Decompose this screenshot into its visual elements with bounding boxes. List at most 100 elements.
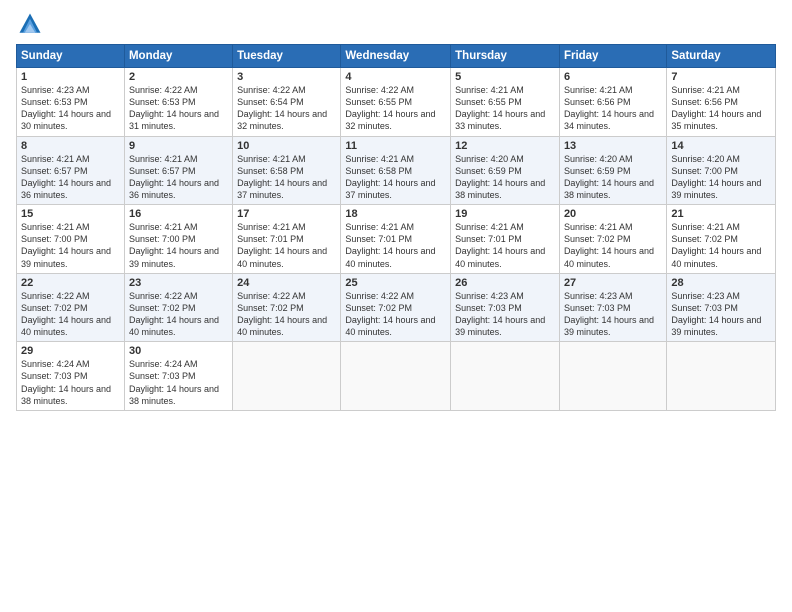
- day-info: Sunrise: 4:21 AMSunset: 7:00 PMDaylight:…: [129, 222, 219, 268]
- day-info: Sunrise: 4:20 AMSunset: 6:59 PMDaylight:…: [564, 154, 654, 200]
- day-number: 3: [237, 71, 336, 83]
- calendar-cell: 9 Sunrise: 4:21 AMSunset: 6:57 PMDaylight…: [124, 136, 232, 205]
- day-number: 30: [129, 345, 228, 357]
- day-number: 20: [564, 208, 662, 220]
- calendar-cell: 3 Sunrise: 4:22 AMSunset: 6:54 PMDaylight…: [233, 68, 341, 137]
- day-info: Sunrise: 4:23 AMSunset: 7:03 PMDaylight:…: [455, 291, 545, 337]
- calendar-cell: 12 Sunrise: 4:20 AMSunset: 6:59 PMDayligh…: [451, 136, 560, 205]
- calendar-cell: 6 Sunrise: 4:21 AMSunset: 6:56 PMDaylight…: [559, 68, 666, 137]
- calendar-cell: 21 Sunrise: 4:21 AMSunset: 7:02 PMDayligh…: [667, 205, 776, 274]
- calendar-cell: 14 Sunrise: 4:20 AMSunset: 7:00 PMDayligh…: [667, 136, 776, 205]
- day-info: Sunrise: 4:23 AMSunset: 6:53 PMDaylight:…: [21, 85, 111, 131]
- calendar-week-row: 29Sunrise: 4:24 AMSunset: 7:03 PMDayligh…: [17, 342, 776, 411]
- calendar-cell: 27 Sunrise: 4:23 AMSunset: 7:03 PMDayligh…: [559, 273, 666, 342]
- calendar-cell: 23Sunrise: 4:22 AMSunset: 7:02 PMDayligh…: [124, 273, 232, 342]
- day-number: 19: [455, 208, 555, 220]
- day-number: 12: [455, 140, 555, 152]
- calendar-table: SundayMondayTuesdayWednesdayThursdayFrid…: [16, 44, 776, 411]
- day-number: 1: [21, 71, 120, 83]
- calendar-cell: [559, 342, 666, 411]
- day-number: 8: [21, 140, 120, 152]
- calendar-header-sunday: Sunday: [17, 45, 125, 68]
- day-number: 15: [21, 208, 120, 220]
- day-number: 7: [671, 71, 771, 83]
- day-info: Sunrise: 4:22 AMSunset: 7:02 PMDaylight:…: [21, 291, 111, 337]
- day-info: Sunrise: 4:22 AMSunset: 6:55 PMDaylight:…: [345, 85, 435, 131]
- day-number: 26: [455, 277, 555, 289]
- day-info: Sunrise: 4:21 AMSunset: 7:00 PMDaylight:…: [21, 222, 111, 268]
- calendar-cell: 24 Sunrise: 4:22 AMSunset: 7:02 PMDayligh…: [233, 273, 341, 342]
- calendar-week-row: 1 Sunrise: 4:23 AMSunset: 6:53 PMDaylight…: [17, 68, 776, 137]
- day-info: Sunrise: 4:21 AMSunset: 7:01 PMDaylight:…: [455, 222, 545, 268]
- page: SundayMondayTuesdayWednesdayThursdayFrid…: [0, 0, 792, 612]
- day-number: 2: [129, 71, 228, 83]
- calendar-cell: [451, 342, 560, 411]
- calendar-cell: 25Sunrise: 4:22 AMSunset: 7:02 PMDayligh…: [341, 273, 451, 342]
- day-info: Sunrise: 4:21 AMSunset: 6:55 PMDaylight:…: [455, 85, 545, 131]
- day-number: 24: [237, 277, 336, 289]
- day-info: Sunrise: 4:20 AMSunset: 7:00 PMDaylight:…: [671, 154, 761, 200]
- day-number: 21: [671, 208, 771, 220]
- day-info: Sunrise: 4:22 AMSunset: 6:53 PMDaylight:…: [129, 85, 219, 131]
- calendar-cell: 17 Sunrise: 4:21 AMSunset: 7:01 PMDayligh…: [233, 205, 341, 274]
- calendar-week-row: 8 Sunrise: 4:21 AMSunset: 6:57 PMDaylight…: [17, 136, 776, 205]
- calendar-cell: 28 Sunrise: 4:23 AMSunset: 7:03 PMDayligh…: [667, 273, 776, 342]
- day-number: 11: [345, 140, 446, 152]
- calendar-cell: 30Sunrise: 4:24 AMSunset: 7:03 PMDayligh…: [124, 342, 232, 411]
- calendar-cell: 18Sunrise: 4:21 AMSunset: 7:01 PMDayligh…: [341, 205, 451, 274]
- calendar-cell: 8 Sunrise: 4:21 AMSunset: 6:57 PMDaylight…: [17, 136, 125, 205]
- day-number: 27: [564, 277, 662, 289]
- calendar-cell: 1 Sunrise: 4:23 AMSunset: 6:53 PMDaylight…: [17, 68, 125, 137]
- calendar-header-friday: Friday: [559, 45, 666, 68]
- day-info: Sunrise: 4:22 AMSunset: 7:02 PMDaylight:…: [237, 291, 327, 337]
- calendar-cell: 10 Sunrise: 4:21 AMSunset: 6:58 PMDayligh…: [233, 136, 341, 205]
- calendar-cell: 11 Sunrise: 4:21 AMSunset: 6:58 PMDayligh…: [341, 136, 451, 205]
- day-info: Sunrise: 4:21 AMSunset: 6:58 PMDaylight:…: [237, 154, 327, 200]
- day-number: 22: [21, 277, 120, 289]
- calendar-header-row: SundayMondayTuesdayWednesdayThursdayFrid…: [17, 45, 776, 68]
- calendar-cell: 20 Sunrise: 4:21 AMSunset: 7:02 PMDayligh…: [559, 205, 666, 274]
- calendar-cell: 7 Sunrise: 4:21 AMSunset: 6:56 PMDaylight…: [667, 68, 776, 137]
- day-info: Sunrise: 4:21 AMSunset: 6:57 PMDaylight:…: [21, 154, 111, 200]
- header: [16, 10, 776, 38]
- day-number: 17: [237, 208, 336, 220]
- day-info: Sunrise: 4:23 AMSunset: 7:03 PMDaylight:…: [671, 291, 761, 337]
- calendar-cell: [667, 342, 776, 411]
- day-info: Sunrise: 4:21 AMSunset: 6:56 PMDaylight:…: [671, 85, 761, 131]
- calendar-cell: [233, 342, 341, 411]
- calendar-cell: 22 Sunrise: 4:22 AMSunset: 7:02 PMDayligh…: [17, 273, 125, 342]
- calendar-header-thursday: Thursday: [451, 45, 560, 68]
- day-number: 29: [21, 345, 120, 357]
- day-number: 6: [564, 71, 662, 83]
- calendar-week-row: 15 Sunrise: 4:21 AMSunset: 7:00 PMDayligh…: [17, 205, 776, 274]
- calendar-cell: 29Sunrise: 4:24 AMSunset: 7:03 PMDayligh…: [17, 342, 125, 411]
- day-info: Sunrise: 4:23 AMSunset: 7:03 PMDaylight:…: [564, 291, 654, 337]
- day-info: Sunrise: 4:20 AMSunset: 6:59 PMDaylight:…: [455, 154, 545, 200]
- calendar-cell: 26 Sunrise: 4:23 AMSunset: 7:03 PMDayligh…: [451, 273, 560, 342]
- day-info: Sunrise: 4:21 AMSunset: 6:57 PMDaylight:…: [129, 154, 219, 200]
- calendar-cell: 2 Sunrise: 4:22 AMSunset: 6:53 PMDaylight…: [124, 68, 232, 137]
- day-number: 9: [129, 140, 228, 152]
- calendar-cell: 19 Sunrise: 4:21 AMSunset: 7:01 PMDayligh…: [451, 205, 560, 274]
- day-info: Sunrise: 4:21 AMSunset: 7:02 PMDaylight:…: [671, 222, 761, 268]
- calendar-header-monday: Monday: [124, 45, 232, 68]
- day-info: Sunrise: 4:21 AMSunset: 7:02 PMDaylight:…: [564, 222, 654, 268]
- day-number: 25: [345, 277, 446, 289]
- calendar-cell: [341, 342, 451, 411]
- day-number: 13: [564, 140, 662, 152]
- day-info: Sunrise: 4:21 AMSunset: 6:56 PMDaylight:…: [564, 85, 654, 131]
- day-info: Sunrise: 4:22 AMSunset: 6:54 PMDaylight:…: [237, 85, 327, 131]
- calendar-cell: 15 Sunrise: 4:21 AMSunset: 7:00 PMDayligh…: [17, 205, 125, 274]
- day-info: Sunrise: 4:22 AMSunset: 7:02 PMDaylight:…: [129, 291, 219, 337]
- logo: [16, 10, 46, 38]
- day-info: Sunrise: 4:21 AMSunset: 7:01 PMDaylight:…: [237, 222, 327, 268]
- day-number: 14: [671, 140, 771, 152]
- day-info: Sunrise: 4:21 AMSunset: 7:01 PMDaylight:…: [345, 222, 435, 268]
- day-number: 28: [671, 277, 771, 289]
- day-info: Sunrise: 4:21 AMSunset: 6:58 PMDaylight:…: [345, 154, 435, 200]
- calendar-cell: 5 Sunrise: 4:21 AMSunset: 6:55 PMDaylight…: [451, 68, 560, 137]
- day-number: 4: [345, 71, 446, 83]
- day-number: 5: [455, 71, 555, 83]
- calendar-header-tuesday: Tuesday: [233, 45, 341, 68]
- day-number: 10: [237, 140, 336, 152]
